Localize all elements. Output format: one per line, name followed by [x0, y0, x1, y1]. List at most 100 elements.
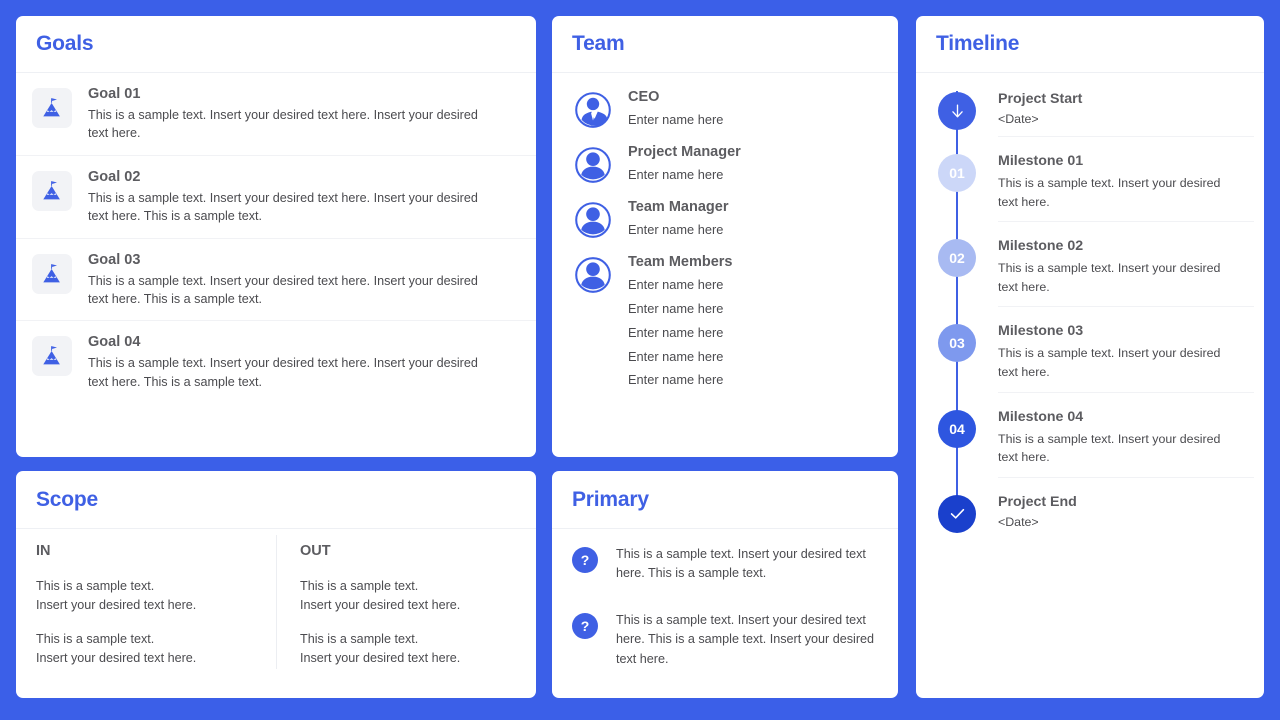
mountain-flag-icon — [43, 180, 60, 200]
goal-description: This is a sample text. Insert your desir… — [88, 190, 478, 224]
scope-title: Scope — [36, 487, 99, 511]
timeline-content: Project Start <Date> — [998, 91, 1254, 137]
goal-icon-tile — [32, 253, 72, 294]
team-member-name[interactable]: Enter name here — [628, 218, 728, 242]
goal-row[interactable]: Goal 01 This is a sample text. Insert you… — [16, 73, 536, 156]
scope-column: IN This is a sample text. Insert your des… — [16, 543, 276, 683]
primary-row[interactable]: ? This is a sample text. Insert your desi… — [572, 611, 882, 668]
person-suit-icon — [575, 92, 611, 128]
timeline-marker[interactable]: 01 — [938, 154, 976, 192]
primary-text: This is a sample text. Insert your desir… — [616, 547, 866, 581]
check-icon — [950, 509, 964, 520]
question-mark-icon: ? — [572, 613, 598, 640]
arrow-down-icon — [951, 103, 963, 117]
goal-icon-tile — [32, 336, 72, 377]
team-member-role: Team Members — [628, 253, 733, 270]
goal-row[interactable]: Goal 02 This is a sample text. Insert you… — [16, 156, 536, 239]
timeline-marker[interactable]: 04 — [938, 409, 976, 448]
timeline-label: Project End — [998, 493, 1077, 510]
mountain-flag-icon — [43, 98, 60, 117]
timeline-marker[interactable] — [938, 494, 976, 533]
person-icon — [575, 202, 611, 238]
scope-item: This is a sample text. Insert your desir… — [300, 579, 461, 612]
timeline-label: Project Start — [998, 91, 1083, 107]
avatar — [574, 256, 612, 294]
scope-card: Scope IN This is a sample text. Insert yo… — [16, 471, 536, 698]
goals-list: Goal 01 This is a sample text. Insert you… — [16, 73, 536, 403]
goal-row[interactable]: Goal 04 This is a sample text. Insert you… — [16, 321, 536, 403]
timeline-row[interactable]: Project End <Date> — [916, 486, 1264, 547]
timeline-list: Project Start <Date> 01 Milestone 01 This is… — [916, 73, 1264, 547]
scope-column-divider — [276, 535, 277, 669]
team-member-name[interactable]: Enter name here — [628, 297, 733, 321]
scope-item: This is a sample text. Insert your desir… — [300, 631, 461, 665]
mountain-flag-icon — [43, 346, 60, 365]
team-member-role: Team Manager — [628, 198, 729, 215]
goal-icon-tile — [32, 88, 72, 128]
team-member-row[interactable]: CEO Enter name here — [552, 83, 898, 138]
scope-card-header: Scope — [16, 471, 536, 529]
scope-item: This is a sample text. Insert your desir… — [36, 579, 197, 612]
scope-column-heading: OUT — [300, 543, 331, 559]
goal-label: Goal 04 — [88, 334, 141, 351]
goal-label: Goal 03 — [88, 251, 141, 268]
goal-label: Goal 01 — [88, 86, 141, 102]
team-member-name[interactable]: Enter name here — [628, 273, 733, 297]
timeline-card: Timeline Project Start <Date> 01 Milestone … — [916, 16, 1264, 698]
team-card: Team CEO Enter name here Project Manager En… — [552, 16, 898, 457]
goal-row[interactable]: Goal 03 This is a sample text. Insert you… — [16, 239, 536, 322]
goal-text-block: Goal 03 This is a sample text. Insert you… — [88, 251, 493, 309]
primary-list: ? This is a sample text. Insert your desi… — [552, 529, 898, 669]
team-member-name[interactable]: Enter name here — [628, 345, 733, 369]
avatar — [574, 91, 612, 129]
team-member-name[interactable]: Enter name here — [628, 368, 733, 392]
team-member-name[interactable]: Enter name here — [628, 163, 741, 187]
avatar — [574, 201, 612, 239]
timeline-row[interactable]: 02 Milestone 02 This is a sample text. Ins… — [916, 230, 1264, 315]
person-icon — [575, 147, 611, 183]
timeline-row[interactable]: Project Start <Date> — [916, 83, 1264, 145]
goal-text-block: Goal 04 This is a sample text. Insert you… — [88, 333, 493, 391]
timeline-marker[interactable] — [938, 92, 976, 130]
team-member-name[interactable]: Enter name here — [628, 321, 733, 345]
goals-card-header: Goals — [16, 16, 536, 73]
team-member-row[interactable]: Team Manager Enter name here — [552, 193, 898, 248]
timeline-content: Project End <Date> — [998, 494, 1254, 539]
timeline-marker[interactable]: 02 — [938, 239, 976, 278]
timeline-marker[interactable]: 03 — [938, 324, 976, 363]
team-title: Team — [572, 32, 625, 55]
goal-description: This is a sample text. Insert your desir… — [88, 108, 478, 141]
avatar — [574, 146, 612, 184]
mountain-flag-icon — [43, 263, 60, 282]
scope-column: OUT This is a sample text. Insert your de… — [276, 543, 536, 683]
timeline-description: This is a sample text. Insert your desir… — [998, 261, 1221, 294]
timeline-content: Milestone 04 This is a sample text. Inser… — [998, 409, 1254, 478]
team-member-row[interactable]: Team Members Enter name here Enter name he… — [552, 248, 898, 399]
goal-description: This is a sample text. Insert your desir… — [88, 356, 478, 389]
primary-row[interactable]: ? This is a sample text. Insert your desi… — [572, 545, 882, 583]
timeline-row[interactable]: 03 Milestone 03 This is a sample text. Ins… — [916, 315, 1264, 400]
timeline-label: Milestone 04 — [998, 408, 1084, 425]
goals-title: Goals — [36, 32, 94, 55]
primary-title: Primary — [572, 487, 649, 511]
timeline-content: Milestone 01 This is a sample text. Inser… — [998, 153, 1254, 223]
timeline-title: Timeline — [936, 32, 1020, 55]
question-mark-icon: ? — [572, 547, 598, 573]
timeline-content: Milestone 03 This is a sample text. Inser… — [998, 323, 1254, 393]
team-card-header: Team — [552, 16, 898, 73]
goal-text-block: Goal 02 This is a sample text. Insert you… — [88, 168, 493, 226]
goal-label: Goal 02 — [88, 168, 141, 185]
team-member-info: Team Members Enter name here Enter name he… — [628, 254, 733, 393]
primary-card: Primary ? This is a sample text. Insert y… — [552, 471, 898, 698]
team-member-info: CEO Enter name here — [628, 89, 723, 132]
timeline-row[interactable]: 04 Milestone 04 This is a sample text. Ins… — [916, 401, 1264, 486]
goal-icon-tile — [32, 170, 72, 211]
person-icon — [575, 256, 611, 293]
team-member-name[interactable]: Enter name here — [628, 108, 723, 132]
team-member-row[interactable]: Project Manager Enter name here — [552, 138, 898, 193]
timeline-description: This is a sample text. Insert your desir… — [998, 431, 1221, 465]
timeline-label: Milestone 03 — [998, 323, 1084, 340]
team-member-info: Team Manager Enter name here — [628, 199, 728, 242]
timeline-row[interactable]: 01 Milestone 01 This is a sample text. Ins… — [916, 145, 1264, 230]
team-list: CEO Enter name here Project Manager Enter n… — [552, 73, 898, 398]
